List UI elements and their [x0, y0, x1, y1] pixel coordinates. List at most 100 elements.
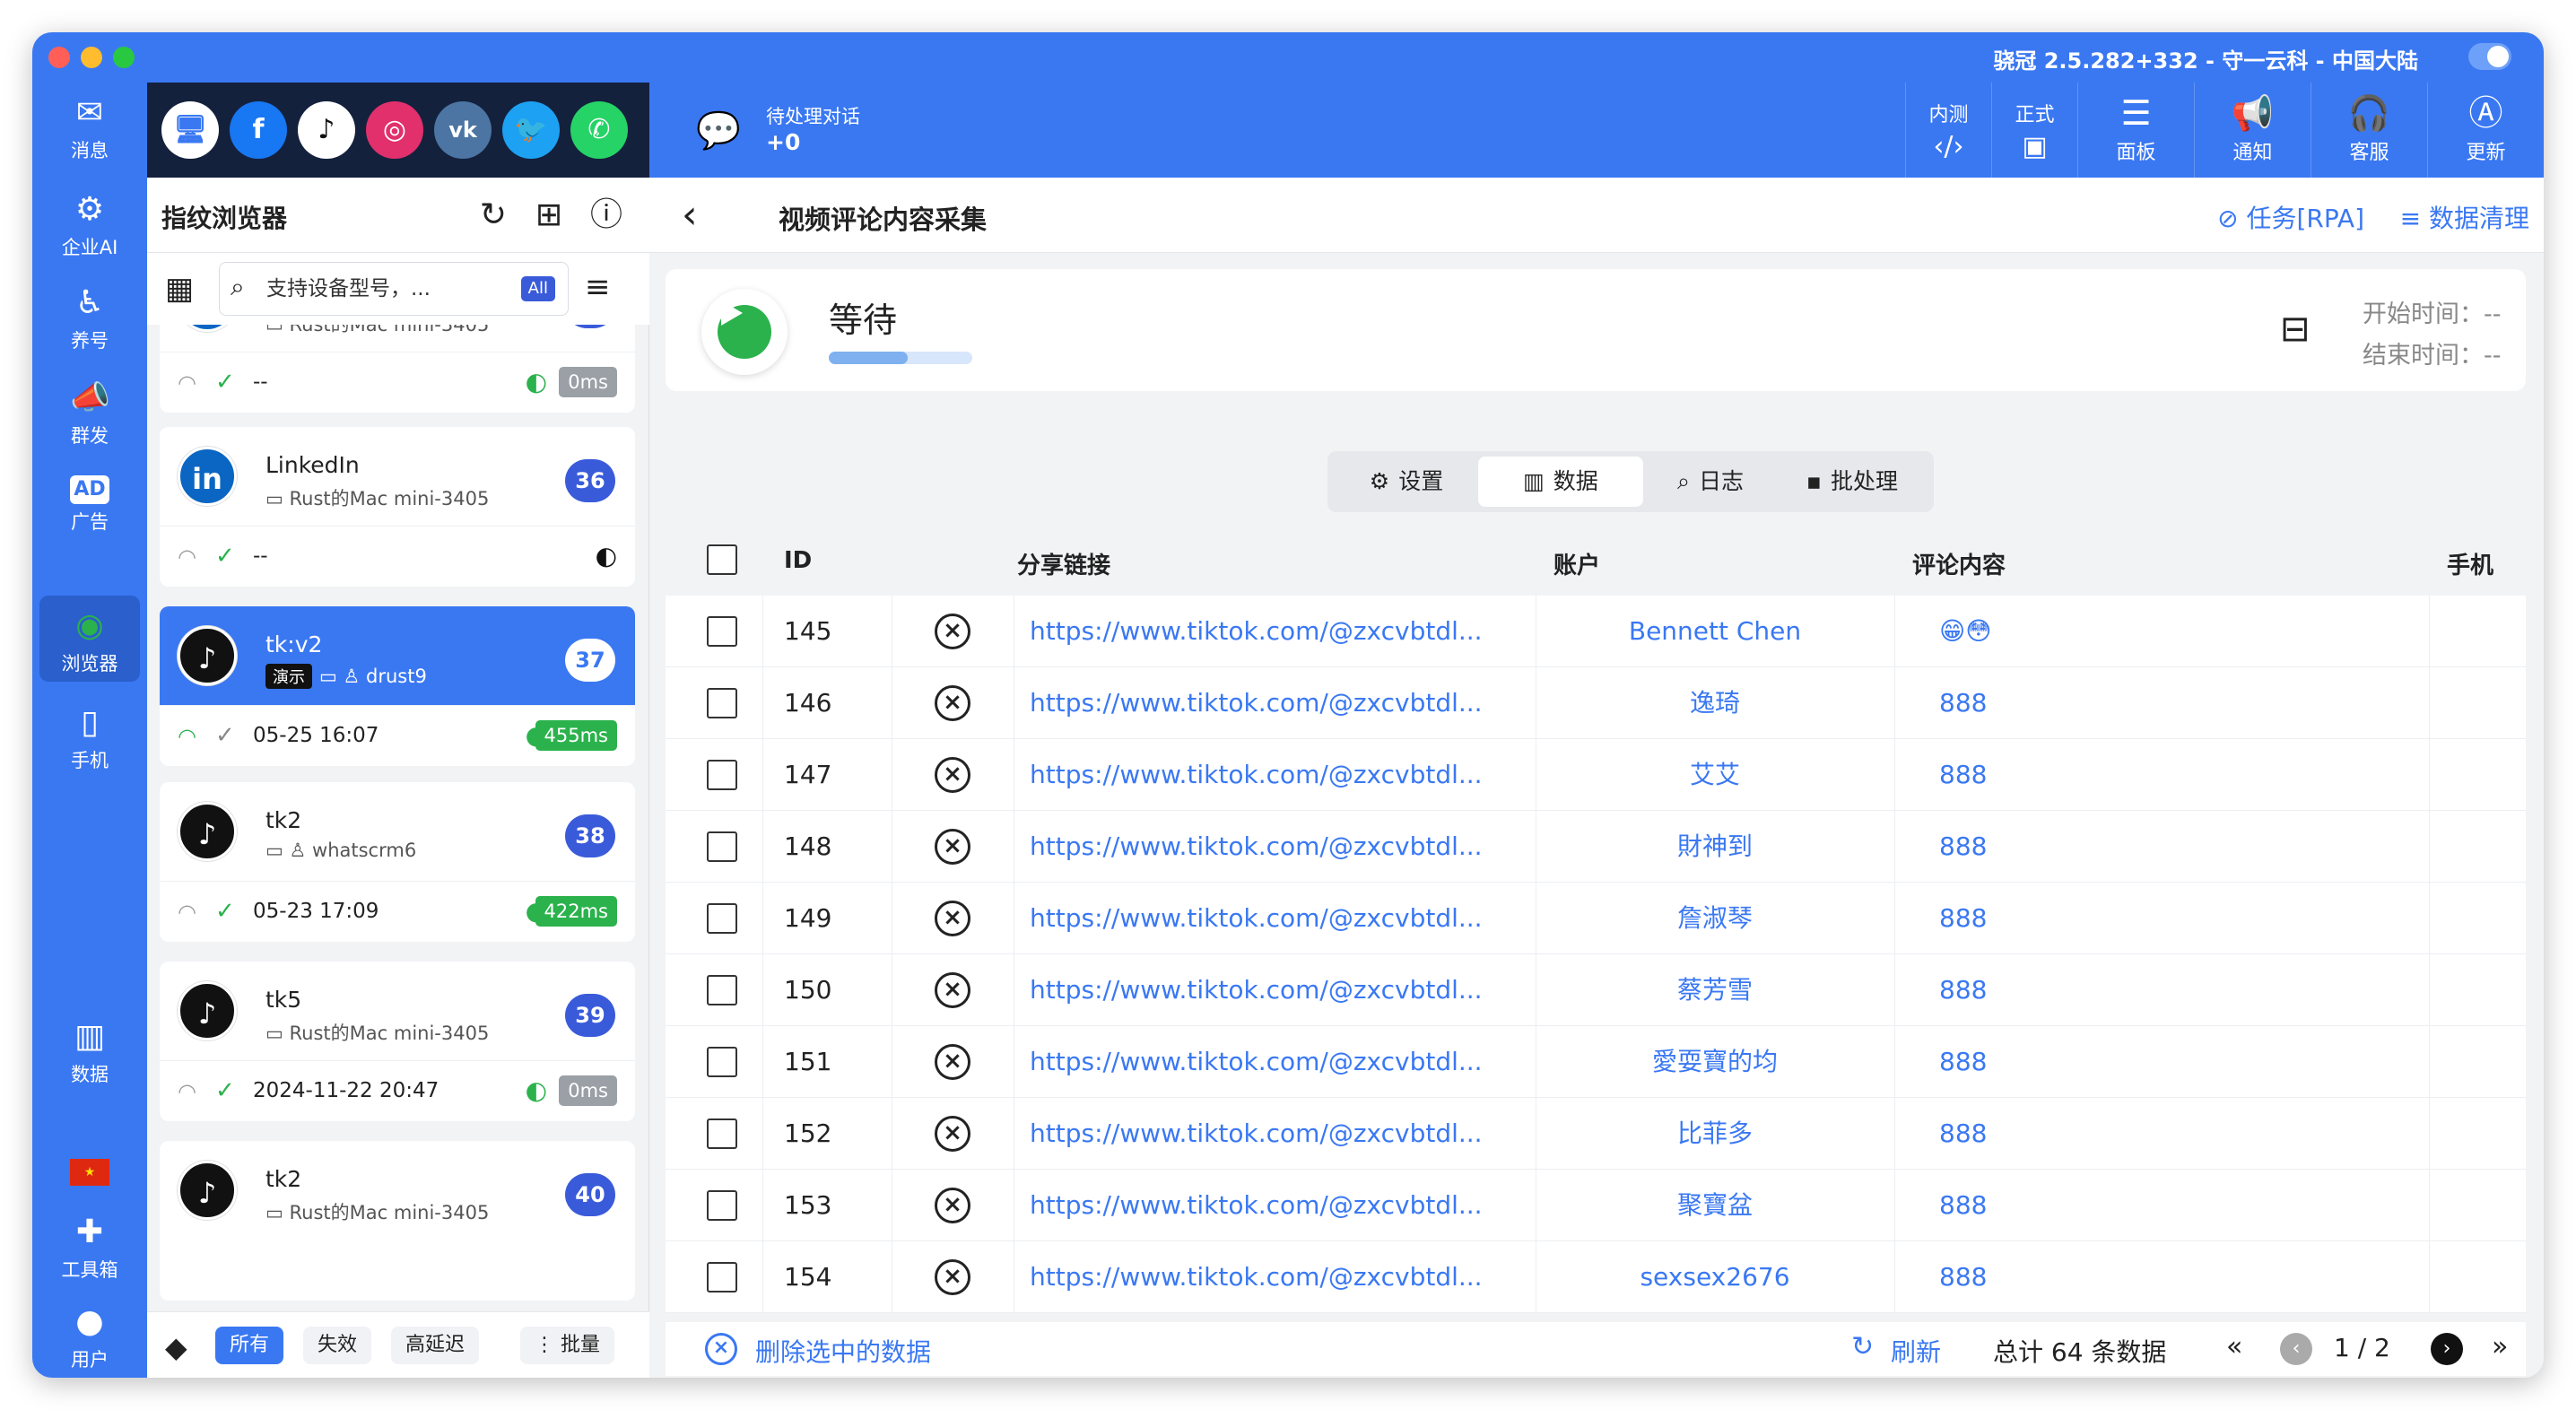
notify-button[interactable]: 📢 通知: [2194, 83, 2311, 178]
refresh-icon[interactable]: ↻: [472, 194, 515, 237]
task-rpa-link[interactable]: ⊘ 任务[RPA]: [2217, 199, 2364, 235]
tab-batch[interactable]: ▪ 批处理: [1778, 457, 1927, 507]
nav-item-user[interactable]: ● 用户: [39, 1292, 140, 1378]
last-page-icon[interactable]: »: [2492, 1331, 2508, 1362]
row-checkbox[interactable]: [707, 1262, 737, 1292]
profile-card[interactable]: ♪ tk2 ▭ Rust的Mac mini-3405 40: [160, 1141, 635, 1301]
first-page-icon[interactable]: «: [2226, 1331, 2242, 1362]
platform-instagram-icon[interactable]: ◎: [366, 101, 423, 159]
nav-item-enterprise-ai[interactable]: ⚙ 企业AI: [39, 179, 140, 265]
share-link[interactable]: https://www.tiktok.com/@zxcvbtdl...: [1030, 739, 1505, 811]
row-checkbox[interactable]: [707, 688, 737, 718]
share-link[interactable]: https://www.tiktok.com/@zxcvbtdl...: [1030, 1026, 1505, 1098]
share-link[interactable]: https://www.tiktok.com/@zxcvbtdl...: [1030, 883, 1505, 954]
grid-view-icon[interactable]: ▦: [165, 271, 201, 307]
filter-all-button[interactable]: 所有: [215, 1327, 284, 1364]
row-checkbox[interactable]: [707, 616, 737, 647]
remove-row-icon[interactable]: ×: [935, 1044, 970, 1080]
account-link[interactable]: sexsex2676: [1536, 1241, 1894, 1313]
remove-row-icon[interactable]: ×: [935, 829, 970, 865]
table-row[interactable]: 149 × https://www.tiktok.com/@zxcvbtdl... 詹…: [666, 883, 2526, 954]
table-row[interactable]: 147 × https://www.tiktok.com/@zxcvbtdl... 艾…: [666, 739, 2526, 811]
nav-item-phone[interactable]: ▯ 手机: [39, 692, 140, 779]
table-row[interactable]: 146 × https://www.tiktok.com/@zxcvbtdl... 逸…: [666, 667, 2526, 739]
batch-button[interactable]: ⋮ 批量: [520, 1327, 615, 1364]
search-box[interactable]: ⌕ All: [219, 262, 569, 316]
internal-test-button[interactable]: 内测 ‹/›: [1905, 83, 1991, 178]
table-row[interactable]: 154 × https://www.tiktok.com/@zxcvbtdl... s…: [666, 1241, 2526, 1313]
nav-item-data[interactable]: ▥ 数据: [39, 1006, 140, 1092]
platform-whatsapp-icon[interactable]: ✆: [570, 101, 628, 159]
next-page-icon[interactable]: ›: [2431, 1333, 2463, 1365]
platform-tiktok-icon[interactable]: ♪: [298, 101, 355, 159]
remove-row-icon[interactable]: ×: [935, 685, 970, 721]
account-link[interactable]: 比菲多: [1536, 1098, 1894, 1170]
remove-row-icon[interactable]: ×: [935, 614, 970, 649]
row-checkbox[interactable]: [707, 903, 737, 934]
share-link[interactable]: https://www.tiktok.com/@zxcvbtdl...: [1030, 596, 1505, 667]
nav-item-toolbox[interactable]: ✚ 工具箱: [39, 1202, 140, 1288]
tab-log[interactable]: ⌕ 日志: [1643, 457, 1778, 507]
play-button[interactable]: [701, 289, 788, 375]
account-link[interactable]: 詹淑琴: [1536, 883, 1894, 954]
table-row[interactable]: 148 × https://www.tiktok.com/@zxcvbtdl... 財…: [666, 811, 2526, 883]
share-link[interactable]: https://www.tiktok.com/@zxcvbtdl...: [1030, 1098, 1505, 1170]
platform-desktop-icon[interactable]: 🖥: [161, 101, 219, 159]
nav-item-browser[interactable]: ◉ 浏览器: [39, 596, 140, 682]
region-flag[interactable]: ★: [39, 1159, 140, 1195]
row-checkbox[interactable]: [707, 760, 737, 790]
add-profile-icon[interactable]: ⊞: [527, 194, 570, 237]
account-link[interactable]: 財神到: [1536, 811, 1894, 883]
theme-toggle[interactable]: [2468, 43, 2511, 70]
profile-card-selected[interactable]: ♪ tk:v2 演示 ▭ ♙ drust9 37 ◠ ✓ 05-25 16:07 …: [160, 606, 635, 766]
official-button[interactable]: 正式 ▣: [1991, 83, 2077, 178]
back-arrow-icon[interactable]: ‹: [682, 192, 698, 238]
info-icon[interactable]: ⓘ: [585, 194, 628, 237]
refresh-icon[interactable]: ↻: [1851, 1331, 1874, 1362]
row-checkbox[interactable]: [707, 1190, 737, 1221]
nav-item-messages[interactable]: ✉ 消息: [39, 83, 140, 169]
platform-facebook-icon[interactable]: f: [230, 101, 287, 159]
chat-bubble-icon[interactable]: 💬: [696, 109, 741, 152]
filter-high-latency-button[interactable]: 高延迟: [391, 1327, 480, 1364]
nav-item-nurture[interactable]: ♿ 养号: [39, 273, 140, 359]
sort-icon[interactable]: ≡: [585, 269, 611, 305]
maximize-window-button[interactable]: [113, 47, 135, 68]
select-all-checkbox[interactable]: [707, 544, 737, 575]
profile-card[interactable]: ♪ tk2 ▭ ♙ whatscrm6 38 ◠ ✓ 05-23 17:09 ◐…: [160, 782, 635, 942]
platform-vk-icon[interactable]: vk: [434, 101, 492, 159]
row-checkbox[interactable]: [707, 1047, 737, 1077]
account-link[interactable]: Bennett Chen: [1536, 596, 1894, 667]
table-row[interactable]: 152 × https://www.tiktok.com/@zxcvbtdl... 比…: [666, 1098, 2526, 1170]
account-link[interactable]: 愛耍寶的均: [1536, 1026, 1894, 1098]
tag-icon[interactable]: ◆: [165, 1330, 187, 1364]
search-input[interactable]: [266, 272, 500, 306]
nav-item-ads[interactable]: AD 广告: [39, 459, 140, 545]
remove-row-icon[interactable]: ×: [935, 1188, 970, 1223]
all-filter-badge[interactable]: All: [520, 276, 555, 301]
account-link[interactable]: 艾艾: [1536, 739, 1894, 811]
refresh-button[interactable]: 刷新: [1891, 1333, 1941, 1369]
tab-data[interactable]: ▥ 数据: [1478, 457, 1643, 507]
data-clean-link[interactable]: ≡ 数据清理: [2400, 199, 2529, 235]
remove-row-icon[interactable]: ×: [935, 1116, 970, 1152]
remove-row-icon[interactable]: ×: [935, 901, 970, 936]
profile-card[interactable]: ♪ tk5 ▭ Rust的Mac mini-3405 39 ◠ ✓ 2024-1…: [160, 962, 635, 1121]
account-link[interactable]: 逸琦: [1536, 667, 1894, 739]
row-checkbox[interactable]: [707, 831, 737, 862]
share-link[interactable]: https://www.tiktok.com/@zxcvbtdl...: [1030, 1170, 1505, 1241]
row-checkbox[interactable]: [707, 1118, 737, 1149]
account-link[interactable]: 蔡芳雪: [1536, 954, 1894, 1026]
row-checkbox[interactable]: [707, 975, 737, 1005]
close-window-button[interactable]: [48, 47, 70, 68]
remove-row-icon[interactable]: ×: [935, 757, 970, 793]
table-row[interactable]: 151 × https://www.tiktok.com/@zxcvbtdl... 愛…: [666, 1026, 2526, 1098]
table-row[interactable]: 150 × https://www.tiktok.com/@zxcvbtdl... 蔡…: [666, 954, 2526, 1026]
share-link[interactable]: https://www.tiktok.com/@zxcvbtdl...: [1030, 1241, 1505, 1313]
platform-twitter-icon[interactable]: 🐦: [502, 101, 560, 159]
profile-card[interactable]: in LinkedIn ▭ Rust的Mac mini-3405 36 ◠ ✓ …: [160, 427, 635, 587]
share-link[interactable]: https://www.tiktok.com/@zxcvbtdl...: [1030, 954, 1505, 1026]
remove-row-icon[interactable]: ×: [935, 972, 970, 1008]
prev-page-icon[interactable]: ‹: [2280, 1333, 2312, 1365]
account-link[interactable]: 聚寶盆: [1536, 1170, 1894, 1241]
